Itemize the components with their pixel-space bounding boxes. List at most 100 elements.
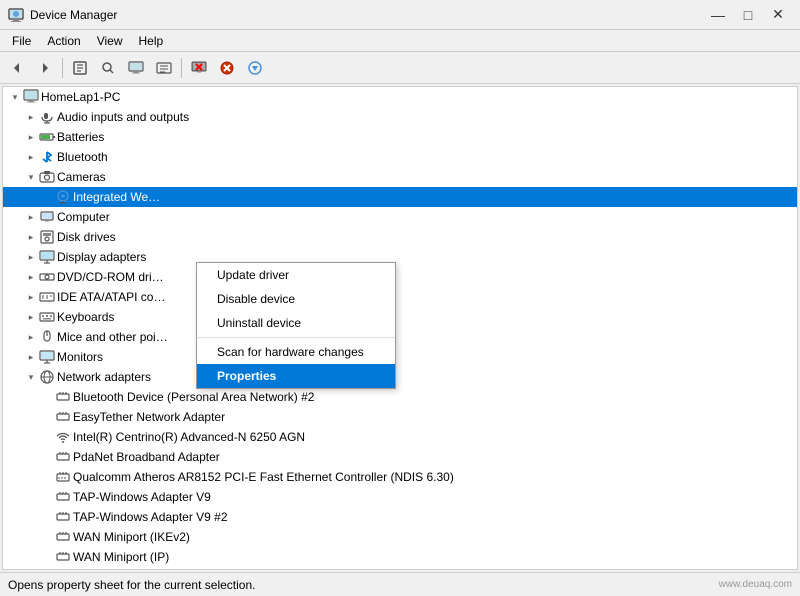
title-bar: Device Manager — □ ✕ bbox=[0, 0, 800, 30]
device-icon-ide bbox=[39, 289, 55, 305]
tree-item-tap1[interactable]: TAP-Windows Adapter V9 bbox=[3, 487, 797, 507]
device-icon-integrated bbox=[55, 189, 71, 205]
search-button[interactable] bbox=[95, 55, 121, 81]
tree-label-tap2: TAP-Windows Adapter V9 #2 bbox=[73, 510, 228, 524]
ctx-item-disable[interactable]: Disable device bbox=[197, 287, 395, 311]
device-tree-scroll[interactable]: ▾HomeLap1-PC▸Audio inputs and outputs▸Ba… bbox=[3, 87, 797, 569]
tree-label-integrated: Integrated We… bbox=[73, 190, 160, 204]
main-content: ▾HomeLap1-PC▸Audio inputs and outputs▸Ba… bbox=[0, 84, 800, 572]
expand-icon-tap1[interactable] bbox=[39, 489, 55, 505]
tree-label-displayadapters: Display adapters bbox=[57, 250, 146, 264]
menu-action[interactable]: Action bbox=[39, 32, 88, 50]
tree-label-homelab: HomeLap1-PC bbox=[41, 90, 120, 104]
tree-item-network[interactable]: ▾ Network adapters bbox=[3, 367, 797, 387]
expand-icon-wan1[interactable] bbox=[39, 529, 55, 545]
device-icon-audio bbox=[39, 109, 55, 125]
context-menu: Update driverDisable deviceUninstall dev… bbox=[196, 262, 396, 389]
toolbar-separator-2 bbox=[181, 58, 182, 78]
tree-item-wan3[interactable]: WAN Miniport (IPv6) bbox=[3, 567, 797, 569]
expand-icon-keyboards[interactable]: ▸ bbox=[23, 309, 39, 325]
device-icon-easytether bbox=[55, 409, 71, 425]
tree-label-dvd: DVD/CD-ROM dri… bbox=[57, 270, 164, 284]
tree-item-tap2[interactable]: TAP-Windows Adapter V9 #2 bbox=[3, 507, 797, 527]
expand-icon-qualcomm[interactable] bbox=[39, 469, 55, 485]
tree-item-integrated[interactable]: Integrated We… bbox=[3, 187, 797, 207]
scan-button[interactable] bbox=[242, 55, 268, 81]
tree-item-homelab[interactable]: ▾ HomeLap1-PC bbox=[3, 87, 797, 107]
uninstall-button[interactable] bbox=[214, 55, 240, 81]
expand-icon-intel[interactable] bbox=[39, 429, 55, 445]
expand-icon-integrated[interactable] bbox=[39, 189, 55, 205]
tree-item-pdanet[interactable]: PdaNet Broadband Adapter bbox=[3, 447, 797, 467]
expand-icon-ide[interactable]: ▸ bbox=[23, 289, 39, 305]
tree-item-batteries[interactable]: ▸Batteries bbox=[3, 127, 797, 147]
maximize-button[interactable]: □ bbox=[734, 4, 762, 26]
expand-icon-computer[interactable]: ▸ bbox=[23, 209, 39, 225]
device-tree-panel: ▾HomeLap1-PC▸Audio inputs and outputs▸Ba… bbox=[2, 86, 798, 570]
tree-item-bluetooth-net[interactable]: Bluetooth Device (Personal Area Network)… bbox=[3, 387, 797, 407]
expand-icon-bluetooth[interactable]: ▸ bbox=[23, 149, 39, 165]
expand-icon-mice[interactable]: ▸ bbox=[23, 329, 39, 345]
minimize-button[interactable]: — bbox=[704, 4, 732, 26]
menu-view[interactable]: View bbox=[89, 32, 131, 50]
device-icon-mice bbox=[39, 329, 55, 345]
expand-icon-monitors[interactable]: ▸ bbox=[23, 349, 39, 365]
properties-button[interactable] bbox=[67, 55, 93, 81]
back-button[interactable] bbox=[4, 55, 30, 81]
ctx-separator-3 bbox=[197, 337, 395, 338]
device-icon-monitors bbox=[39, 349, 55, 365]
tree-label-network: Network adapters bbox=[57, 370, 151, 384]
tree-item-wan1[interactable]: WAN Miniport (IKEv2) bbox=[3, 527, 797, 547]
window-controls: — □ ✕ bbox=[704, 4, 792, 26]
tree-item-diskdrives[interactable]: ▸ Disk drives bbox=[3, 227, 797, 247]
status-bar: Opens property sheet for the current sel… bbox=[0, 572, 800, 596]
tree-item-computer[interactable]: ▸Computer bbox=[3, 207, 797, 227]
tree-item-mice[interactable]: ▸ Mice and other poi… bbox=[3, 327, 797, 347]
ctx-item-properties[interactable]: Properties bbox=[197, 364, 395, 388]
toolbar bbox=[0, 52, 800, 84]
tree-item-qualcomm[interactable]: Qualcomm Atheros AR8152 PCI-E Fast Ether… bbox=[3, 467, 797, 487]
close-button[interactable]: ✕ bbox=[764, 4, 792, 26]
tree-item-intel[interactable]: Intel(R) Centrino(R) Advanced-N 6250 AGN bbox=[3, 427, 797, 447]
expand-icon-audio[interactable]: ▸ bbox=[23, 109, 39, 125]
tree-label-audio: Audio inputs and outputs bbox=[57, 110, 189, 124]
expand-icon-pdanet[interactable] bbox=[39, 449, 55, 465]
menu-help[interactable]: Help bbox=[131, 32, 172, 50]
device-icon-batteries bbox=[39, 129, 55, 145]
device-icon-network bbox=[39, 369, 55, 385]
tree-item-audio[interactable]: ▸ Audio inputs and outputs bbox=[3, 107, 797, 127]
expand-icon-dvd[interactable]: ▸ bbox=[23, 269, 39, 285]
ctx-item-update[interactable]: Update driver bbox=[197, 263, 395, 287]
expand-icon-easytether[interactable] bbox=[39, 409, 55, 425]
expand-icon-diskdrives[interactable]: ▸ bbox=[23, 229, 39, 245]
expand-icon-bluetooth-net[interactable] bbox=[39, 389, 55, 405]
tree-item-wan2[interactable]: WAN Miniport (IP) bbox=[3, 547, 797, 567]
computer-button[interactable] bbox=[123, 55, 149, 81]
tree-item-keyboards[interactable]: ▸Keyboards bbox=[3, 307, 797, 327]
expand-icon-wan2[interactable] bbox=[39, 549, 55, 565]
ctx-item-uninstall[interactable]: Uninstall device bbox=[197, 311, 395, 335]
device-icon-diskdrives bbox=[39, 229, 55, 245]
tree-item-bluetooth[interactable]: ▸Bluetooth bbox=[3, 147, 797, 167]
menu-file[interactable]: File bbox=[4, 32, 39, 50]
tree-item-displayadapters[interactable]: ▸ Display adapters bbox=[3, 247, 797, 267]
tree-label-mice: Mice and other poi… bbox=[57, 330, 168, 344]
expand-icon-network[interactable]: ▾ bbox=[23, 369, 39, 385]
expand-icon-homelab[interactable]: ▾ bbox=[7, 89, 23, 105]
tree-item-easytether[interactable]: EasyTether Network Adapter bbox=[3, 407, 797, 427]
forward-button[interactable] bbox=[32, 55, 58, 81]
watermark: www.deuaq.com bbox=[719, 579, 792, 590]
expand-icon-tap2[interactable] bbox=[39, 509, 55, 525]
ctx-item-scan[interactable]: Scan for hardware changes bbox=[197, 340, 395, 364]
tree-item-dvd[interactable]: ▸ DVD/CD-ROM dri… bbox=[3, 267, 797, 287]
expand-icon-batteries[interactable]: ▸ bbox=[23, 129, 39, 145]
tree-item-cameras[interactable]: ▾Cameras bbox=[3, 167, 797, 187]
tree-item-monitors[interactable]: ▸Monitors bbox=[3, 347, 797, 367]
expand-icon-cameras[interactable]: ▾ bbox=[23, 169, 39, 185]
remove-button[interactable] bbox=[186, 55, 212, 81]
device-icon-bluetooth-net bbox=[55, 389, 71, 405]
tree-label-diskdrives: Disk drives bbox=[57, 230, 116, 244]
expand-icon-displayadapters[interactable]: ▸ bbox=[23, 249, 39, 265]
device-list-button[interactable] bbox=[151, 55, 177, 81]
tree-item-ide[interactable]: ▸IDE ATA/ATAPI co… bbox=[3, 287, 797, 307]
